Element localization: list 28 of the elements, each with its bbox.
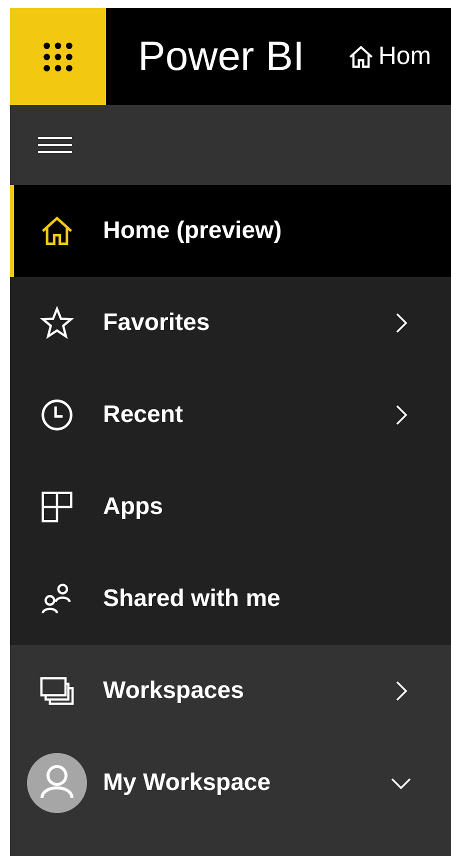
- nav-label: My Workspace: [103, 769, 272, 797]
- nav-label: Favorites: [103, 309, 211, 337]
- menu-button[interactable]: [38, 135, 72, 155]
- nav-label: Workspaces: [103, 677, 245, 705]
- app-title: Power BI: [138, 33, 304, 80]
- nav-item[interactable]: Recent: [10, 369, 451, 461]
- menu-icon: [38, 135, 72, 155]
- app-launcher-button[interactable]: [10, 8, 106, 105]
- home-icon: [348, 44, 374, 70]
- nav-label: Recent: [103, 401, 184, 429]
- home-icon: [40, 214, 74, 248]
- nav-label: Shared with me: [103, 585, 282, 613]
- people-icon: [40, 582, 74, 616]
- nav-item[interactable]: Home (preview): [10, 185, 451, 277]
- nav-item[interactable]: Favorites: [10, 277, 451, 369]
- stacked-windows-icon: [40, 674, 74, 708]
- clock-icon: [40, 398, 74, 432]
- nav-item[interactable]: Workspaces: [10, 645, 451, 737]
- nav-item[interactable]: Shared with me: [10, 553, 451, 645]
- home-link[interactable]: Hom: [348, 42, 432, 71]
- nav-label: Home (preview): [103, 217, 283, 245]
- avatar-icon: [26, 753, 86, 813]
- nav-item[interactable]: Apps: [10, 461, 451, 553]
- star-icon: [40, 306, 74, 340]
- apps-icon: [40, 490, 74, 524]
- nav-label: Apps: [103, 493, 164, 521]
- waffle-icon: [42, 40, 74, 72]
- nav-item[interactable]: My Workspace: [10, 737, 451, 829]
